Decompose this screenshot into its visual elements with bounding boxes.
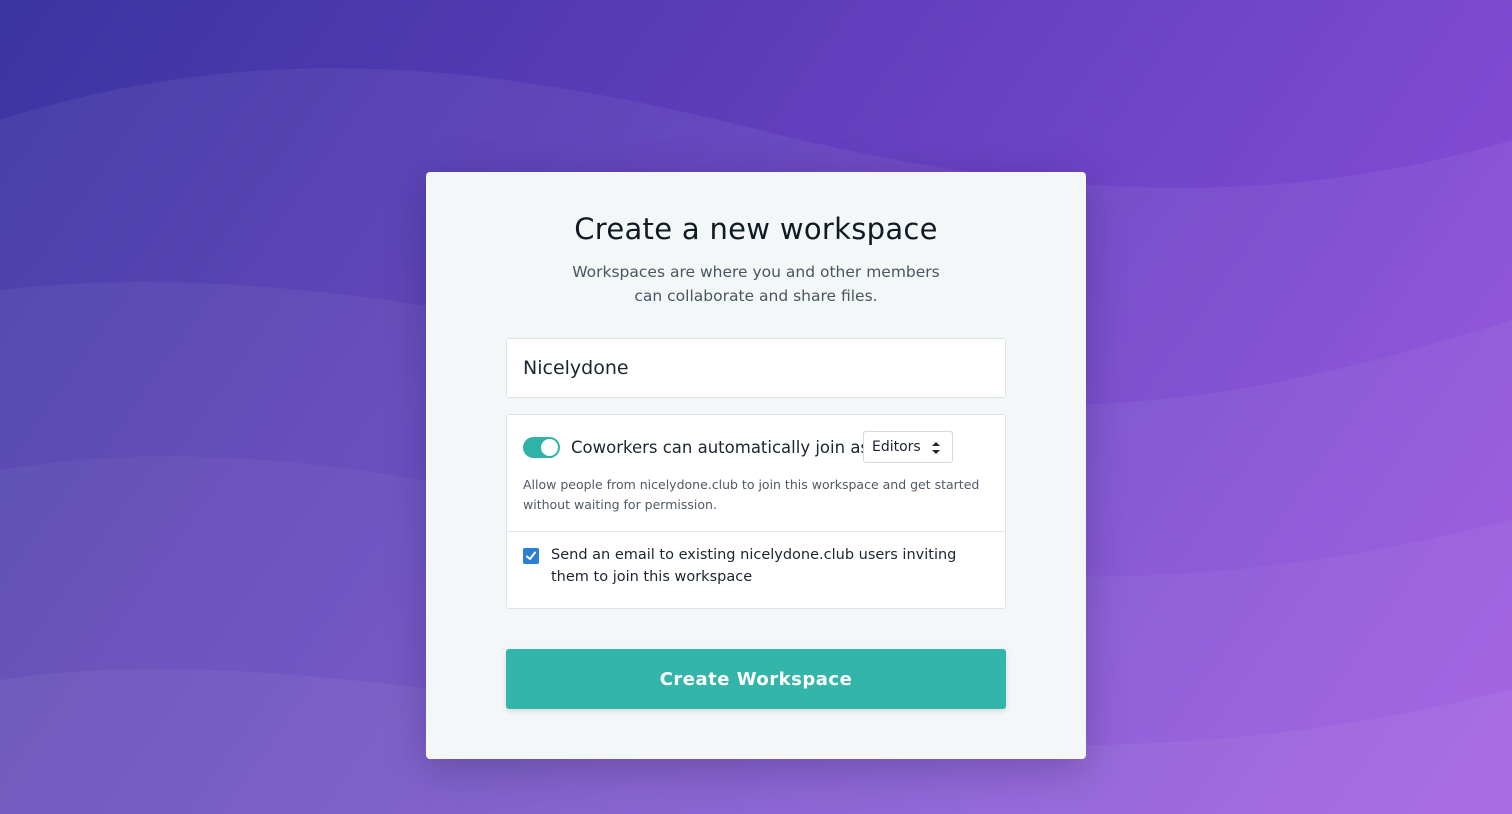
create-workspace-card: Create a new workspace Workspaces are wh…: [426, 172, 1086, 759]
create-workspace-button[interactable]: Create Workspace: [506, 649, 1006, 709]
role-select-value: Editors: [872, 439, 921, 455]
chevron-up-down-icon: [932, 442, 940, 454]
auto-join-help-text: Allow people from nicelydone.club to joi…: [523, 477, 980, 512]
auto-join-label: Coworkers can automatically join as: [571, 438, 870, 457]
workspace-options-panel: Coworkers can automatically join as Edit…: [506, 414, 1006, 609]
send-email-label: Send an email to existing nicelydone.clu…: [551, 547, 957, 585]
send-email-checkbox[interactable]: [523, 548, 539, 564]
divider: [507, 531, 1005, 532]
checkmark-icon: [526, 551, 536, 560]
workspace-name-input[interactable]: [506, 338, 1006, 398]
auto-join-toggle[interactable]: [523, 437, 560, 458]
toggle-knob: [541, 439, 558, 456]
page-title: Create a new workspace: [574, 212, 938, 246]
page-subtitle: Workspaces are where you and other membe…: [572, 263, 940, 305]
role-select[interactable]: Editors: [863, 431, 953, 463]
